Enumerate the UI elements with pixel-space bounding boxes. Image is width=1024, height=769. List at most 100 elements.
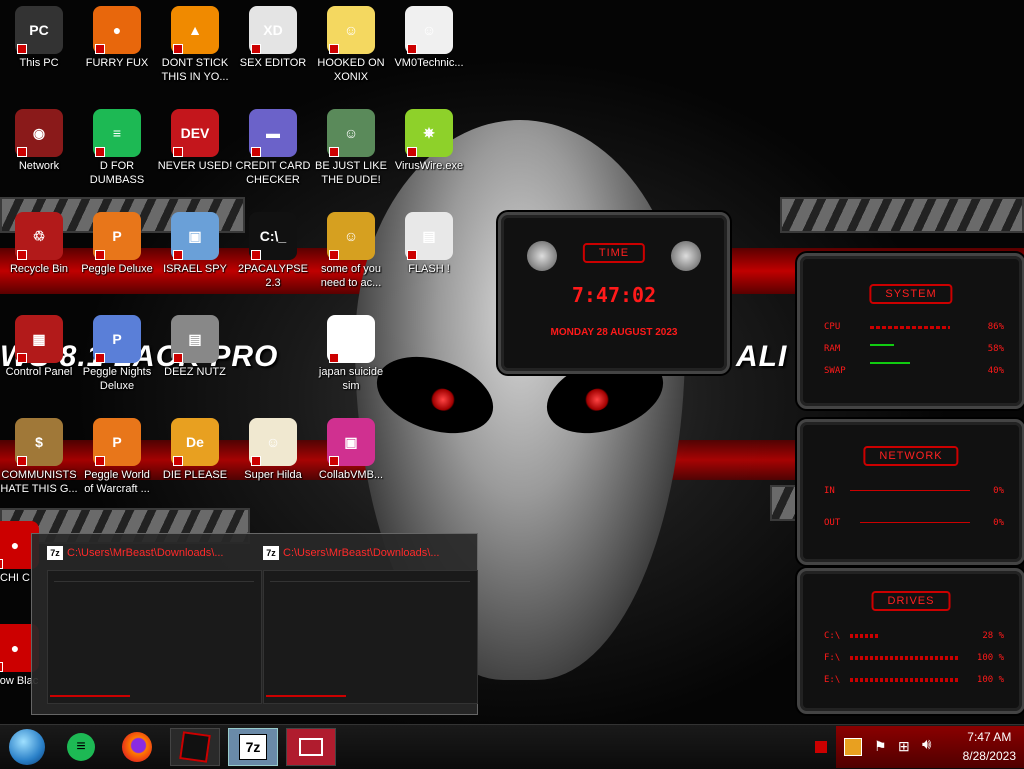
7zip-icon: 7z [47,546,63,561]
this-pc-icon: PC [15,6,63,54]
clock-date: 8/28/2023 [962,749,1016,763]
media-taskbar-button[interactable] [286,728,336,766]
desktop-icon-never-used[interactable]: DEV NEVER USED! [156,109,234,173]
collabvmb-icon: ▣ [327,418,375,466]
system-widget: SYSTEM CPU 86% RAM 58% SWAP 40% [797,253,1024,409]
d-for-dumbass-icon: ≡ [93,109,141,157]
flash-icon: ▤ [405,212,453,260]
desktop-icon-network[interactable]: ◉ Network [0,109,78,173]
network-tray-icon[interactable]: ⊞ [898,738,910,755]
taskbar-clock[interactable]: 7:47 AM 8/28/2023 [963,728,1016,766]
dont-stick-icon: ▲ [171,6,219,54]
desktop-icon-label: 2PACALYPSE 2.3 [238,263,308,289]
peggle-deluxe-icon: P [93,212,141,260]
die-please-icon: De [171,418,219,466]
action-center-flag-icon[interactable]: ⚑ [874,738,887,755]
desktop-icon-label: HOOKED ON XONIX [317,57,385,83]
7zip-taskbar-button[interactable]: 7z [228,728,278,766]
media-icon [299,738,323,756]
shortcut-arrow-icon [95,44,105,54]
drive-f-bar [850,656,960,660]
desktop-icon-hooked-on-xonix[interactable]: ☺ HOOKED ON XONIX [312,6,390,84]
swap-value: 40% [987,366,1004,376]
desktop-icon-deez-nutz[interactable]: ▤ DEEZ NUTZ [156,315,234,379]
desktop-icon-japan-suicide-sim[interactable]: ↓ japan suicide sim [312,315,390,393]
volume-icon[interactable]: 🔊︎ [922,736,931,753]
desktop-icon-furry-fux[interactable]: ● FURRY FUX [78,6,156,70]
start-button[interactable] [2,728,52,766]
drive-c-label: C:\ [824,631,841,641]
tray-app-icon[interactable] [844,738,862,756]
drive-e-bar [850,678,960,682]
desktop-icon-be-just-like-the-dude[interactable]: ☺ BE JUST LIKE THE DUDE! [312,109,390,187]
thumbnail-content-2 [263,570,478,704]
desktop-icon-label: DEEZ NUTZ [164,366,226,378]
spotify-icon: ≡ [67,733,95,761]
network-in-label: IN [824,486,835,496]
2pacalypse-icon: C:\_ [249,212,297,260]
desktop-icon-peggle-deluxe[interactable]: P Peggle Deluxe [78,212,156,276]
alien-logo-icon [527,241,557,271]
thumbnail-window-2[interactable]: 7z C:\Users\MrBeast\Downloads\... [263,544,478,704]
desktop-icon-viruswire[interactable]: ✵ VirusWire.exe [390,109,468,173]
desktop-icon-dont-stick[interactable]: ▲ DONT STICK THIS IN YO... [156,6,234,84]
cpu-bar [870,326,950,329]
shortcut-arrow-icon [329,456,339,466]
desktop-icon-this-pc[interactable]: PC This PC [0,6,78,70]
wallpaper-panel [780,197,1024,233]
desktop-icon-super-hilda[interactable]: ☺ Super Hilda [234,418,312,482]
desktop-icon-2pacalypse[interactable]: C:\_ 2PACALYPSE 2.3 [234,212,312,290]
thumbnail-window-1[interactable]: 7z C:\Users\MrBeast\Downloads\... [47,544,262,704]
drive-e-value: 100 % [976,675,1004,685]
desktop-icon-d-for-dumbass[interactable]: ≡ D FOR DUMBASS [78,109,156,187]
tray-overflow-icon[interactable] [815,741,827,753]
desktop-icon-peggle-nights-deluxe[interactable]: P Peggle Nights Deluxe [78,315,156,393]
desktop-icon-recycle-bin[interactable]: ♲ Recycle Bin [0,212,78,276]
thumbnail-title-2[interactable]: 7z C:\Users\MrBeast\Downloads\... [263,544,476,562]
desktop-icon-die-please[interactable]: De DIE PLEASE [156,418,234,482]
shortcut-arrow-icon [95,250,105,260]
app-taskbar-button[interactable] [170,728,220,766]
thumbnail-title-1[interactable]: 7z C:\Users\MrBeast\Downloads\... [47,544,260,562]
desktop-icon-label: Peggle Nights Deluxe [82,366,152,392]
desktop-icon-peggle-world-of-warcraft[interactable]: P Peggle World of Warcraft ... [78,418,156,496]
some-of-you-icon: ☺ [327,212,375,260]
desktop-icon-some-of-you[interactable]: ☺ some of you need to ac... [312,212,390,290]
desktop-icon-israel-spy[interactable]: ▣ ISRAEL SPY [156,212,234,276]
time-widget-clock: 7:47:02 [571,283,657,307]
7zip-icon: 7z [239,734,267,760]
desktop-icon-control-panel[interactable]: ▦ Control Panel [0,315,78,379]
peggle-nights-deluxe-icon: P [93,315,141,363]
ram-value: 58% [987,344,1004,354]
shortcut-arrow-icon [0,559,3,569]
desktop-icon-communists[interactable]: $ COMMUNISTS HATE THIS G... [0,418,78,496]
clock-time: 7:47 AM [967,730,1012,744]
shortcut-arrow-icon [407,250,417,260]
shortcut-arrow-icon [251,456,261,466]
firefox-taskbar-button[interactable] [112,728,162,766]
network-widget: NETWORK IN 0% OUT 0% [797,419,1024,565]
viruswire-icon: ✵ [405,109,453,157]
desktop-icon-label: CREDIT CARD CHECKER [235,160,311,186]
time-widget-header: TIME [582,243,646,263]
desktop-icon-label: FLASH ! [408,263,450,275]
spotify-taskbar-button[interactable]: ≡ [56,728,106,766]
desktop-icon-flash[interactable]: ▤ FLASH ! [390,212,468,276]
desktop-icon-label: CollabVMB... [318,469,384,481]
desktop-icon-label: Recycle Bin [9,263,69,275]
control-panel-icon: ▦ [15,315,63,363]
desktop-icon-label: NEVER USED! [157,160,233,172]
shortcut-arrow-icon [0,662,3,672]
japan-suicide-sim-icon: ↓ [327,315,375,363]
cpu-value: 86% [987,322,1004,332]
desktop-icon-collabvmb[interactable]: ▣ CollabVMB... [312,418,390,482]
drive-f-label: F:\ [824,653,841,663]
thumbnail-content-1 [47,570,262,704]
desktop-icon-sex-editor[interactable]: XD SEX EDITOR [234,6,312,70]
shortcut-arrow-icon [17,456,27,466]
network-out-graph [860,522,970,523]
desktop-icon-credit-card-checker[interactable]: ▬ CREDIT CARD CHECKER [234,109,312,187]
desktop-icon-vm0technic[interactable]: ☺ VM0Technic... [390,6,468,70]
red-app-icon [179,731,211,763]
shortcut-arrow-icon [173,147,183,157]
